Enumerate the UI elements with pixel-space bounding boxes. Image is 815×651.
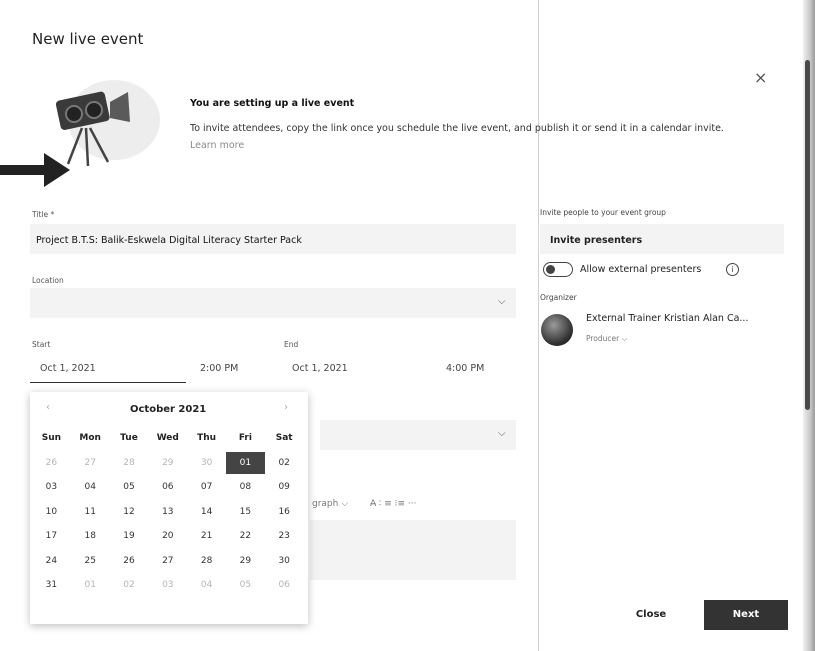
previous-month-button[interactable]: ‹ bbox=[46, 402, 50, 413]
calendar-day[interactable]: 13 bbox=[148, 507, 187, 517]
weekday-label: Sat bbox=[275, 433, 293, 444]
calendar-grid: Sun Mon Tue Wed Thu Fri Sat 26 27 28 29 … bbox=[32, 426, 304, 598]
calendar-day[interactable]: 12 bbox=[110, 507, 149, 517]
calendar-day[interactable]: 07 bbox=[187, 482, 226, 492]
weekday-label: Fri bbox=[238, 433, 252, 444]
invite-group-label: Invite people to your event group bbox=[540, 208, 666, 217]
location-label: Location bbox=[32, 276, 64, 285]
calendar-day[interactable]: 03 bbox=[148, 580, 187, 590]
calendar-day[interactable]: 03 bbox=[32, 482, 71, 492]
calendar-day[interactable]: 05 bbox=[110, 482, 149, 492]
format-paragraph-dropdown[interactable]: graph ⌵ bbox=[312, 499, 348, 509]
calendar-day[interactable]: 08 bbox=[226, 482, 265, 492]
calendar-day[interactable]: 30 bbox=[265, 556, 304, 566]
calendar-day[interactable]: 20 bbox=[148, 531, 187, 541]
scrollbar-thumb[interactable] bbox=[805, 60, 810, 410]
chevron-down-icon[interactable]: ⌵ bbox=[498, 296, 506, 307]
calendar-week-row: 26 27 28 29 30 01 02 bbox=[32, 451, 304, 476]
calendar-day[interactable]: 19 bbox=[110, 531, 149, 541]
calendar-day[interactable]: 22 bbox=[226, 531, 265, 541]
weekday-label: Sun bbox=[41, 433, 62, 444]
allow-external-label: Allow external presenters bbox=[580, 264, 702, 275]
calendar-day[interactable]: 26 bbox=[32, 458, 71, 468]
calendar-week-row: 17 18 19 20 21 22 23 bbox=[32, 524, 304, 549]
calendar-day[interactable]: 18 bbox=[71, 531, 110, 541]
calendar-day[interactable]: 16 bbox=[265, 507, 304, 517]
calendar-day[interactable]: 09 bbox=[265, 482, 304, 492]
calendar-day[interactable]: 02 bbox=[110, 580, 149, 590]
invite-presenters-placeholder: Invite presenters bbox=[550, 235, 643, 246]
calendar-day[interactable]: 29 bbox=[148, 458, 187, 468]
weekday-header-row: Sun Mon Tue Wed Thu Fri Sat bbox=[32, 426, 304, 451]
organizer-name: External Trainer Kristian Alan Ca... bbox=[586, 313, 749, 324]
organizer-label: Organizer bbox=[540, 293, 577, 302]
title-value: Project B.T.S: Balik-Eskwela Digital Lit… bbox=[36, 235, 302, 246]
calendar-month-label[interactable]: October 2021 bbox=[130, 404, 206, 415]
calendar-day[interactable]: 15 bbox=[226, 507, 265, 517]
calendar-day[interactable]: 06 bbox=[265, 580, 304, 590]
calendar-day[interactable]: 28 bbox=[110, 458, 149, 468]
calendar-week-row: 03 04 05 06 07 08 09 bbox=[32, 475, 304, 500]
calendar-day[interactable]: 02 bbox=[265, 458, 304, 468]
date-picker-calendar: ‹ October 2021 › Sun Mon Tue Wed Thu Fri… bbox=[30, 392, 308, 624]
panel-divider bbox=[538, 0, 539, 651]
arrow-right-icon bbox=[0, 153, 70, 187]
end-label: End bbox=[284, 340, 299, 349]
calendar-day[interactable]: 04 bbox=[187, 580, 226, 590]
title-label: Title * bbox=[32, 210, 55, 219]
calendar-week-row: 24 25 26 27 28 29 30 bbox=[32, 549, 304, 574]
toggle-knob bbox=[546, 265, 555, 274]
calendar-day[interactable]: 26 bbox=[110, 556, 149, 566]
start-date-input[interactable]: Oct 1, 2021 bbox=[40, 363, 96, 374]
close-icon[interactable]: × bbox=[754, 68, 767, 87]
calendar-day[interactable]: 11 bbox=[71, 507, 110, 517]
next-month-button[interactable]: › bbox=[284, 402, 288, 413]
info-body-text: To invite attendees, copy the link once … bbox=[190, 123, 724, 134]
location-input[interactable] bbox=[30, 288, 516, 318]
calendar-week-row: 10 11 12 13 14 15 16 bbox=[32, 500, 304, 525]
start-label: Start bbox=[32, 340, 51, 349]
calendar-day[interactable]: 30 bbox=[187, 458, 226, 468]
weekday-label: Tue bbox=[120, 433, 138, 444]
close-button[interactable]: Close bbox=[626, 600, 676, 630]
calendar-day[interactable]: 21 bbox=[187, 531, 226, 541]
calendar-day[interactable]: 24 bbox=[32, 556, 71, 566]
calendar-day[interactable]: 31 bbox=[32, 580, 71, 590]
dialog-title: New live event bbox=[32, 30, 144, 48]
weekday-label: Mon bbox=[79, 433, 101, 444]
weekday-label: Thu bbox=[197, 433, 217, 444]
calendar-week-row: 31 01 02 03 04 05 06 bbox=[32, 573, 304, 598]
avatar bbox=[541, 314, 573, 346]
calendar-day[interactable]: 25 bbox=[71, 556, 110, 566]
info-body: To invite attendees, copy the link once … bbox=[190, 120, 750, 154]
calendar-day[interactable]: 14 bbox=[187, 507, 226, 517]
calendar-day[interactable]: 28 bbox=[187, 556, 226, 566]
chevron-down-icon[interactable]: ⌵ bbox=[498, 428, 506, 439]
calendar-day[interactable]: 04 bbox=[71, 482, 110, 492]
calendar-day[interactable]: 10 bbox=[32, 507, 71, 517]
info-icon[interactable]: i bbox=[726, 263, 739, 276]
calendar-day[interactable]: 17 bbox=[32, 531, 71, 541]
repeat-select[interactable] bbox=[320, 420, 516, 450]
calendar-day[interactable]: 01 bbox=[71, 580, 110, 590]
weekday-label: Wed bbox=[156, 433, 179, 444]
organizer-role-dropdown[interactable]: Producer ⌵ bbox=[586, 334, 627, 344]
calendar-day[interactable]: 29 bbox=[226, 556, 265, 566]
calendar-day[interactable]: 23 bbox=[265, 531, 304, 541]
start-date-underline bbox=[30, 382, 186, 383]
calendar-day[interactable]: 27 bbox=[148, 556, 187, 566]
format-toolbar-icons[interactable]: A̶ ∶ ≡ ⁝≡ ··· bbox=[370, 499, 416, 509]
calendar-day-selected[interactable]: 01 bbox=[225, 451, 265, 474]
calendar-day[interactable]: 06 bbox=[148, 482, 187, 492]
end-date-input[interactable]: Oct 1, 2021 bbox=[292, 363, 348, 374]
calendar-day[interactable]: 27 bbox=[71, 458, 110, 468]
start-time-input[interactable]: 2:00 PM bbox=[200, 363, 238, 374]
info-heading: You are setting up a live event bbox=[190, 98, 355, 109]
calendar-day[interactable]: 05 bbox=[226, 580, 265, 590]
learn-more-link[interactable]: Learn more bbox=[190, 140, 244, 151]
event-details-editor[interactable] bbox=[310, 520, 516, 580]
next-button[interactable]: Next bbox=[704, 600, 788, 630]
end-time-input[interactable]: 4:00 PM bbox=[446, 363, 484, 374]
